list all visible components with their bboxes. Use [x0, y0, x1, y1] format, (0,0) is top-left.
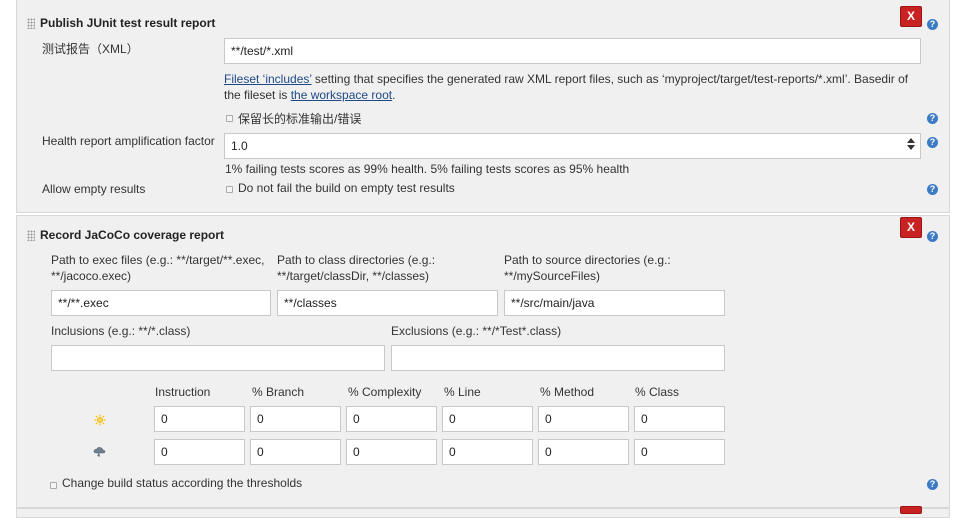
- threshold-input[interactable]: 0: [346, 439, 437, 465]
- delete-next-section-button[interactable]: [900, 506, 922, 514]
- health-factor-input[interactable]: 1.0: [224, 133, 921, 159]
- threshold-input[interactable]: 0: [154, 439, 245, 465]
- test-report-label: 测试报告（XML）: [42, 42, 139, 56]
- threshold-input[interactable]: 0: [346, 406, 437, 432]
- junit-section: [16, 0, 950, 213]
- jacoco-help-icon[interactable]: ?: [927, 231, 938, 242]
- change-build-status-checkbox[interactable]: [50, 482, 57, 489]
- health-factor-label: Health report amplification factor: [42, 134, 215, 148]
- next-section: [16, 508, 950, 518]
- threshold-header: % Method: [540, 385, 595, 399]
- test-report-desc-end: .: [392, 88, 396, 102]
- junit-section-title: Publish JUnit test result report: [40, 16, 216, 30]
- class-path-input[interactable]: **/classes: [277, 290, 498, 316]
- drag-handle-icon[interactable]: [27, 230, 35, 241]
- health-factor-description: 1% failing tests scores as 99% health. 5…: [225, 162, 630, 176]
- retain-output-help-icon[interactable]: ?: [927, 113, 938, 124]
- delete-jacoco-button[interactable]: X: [900, 217, 922, 238]
- workspace-root-link[interactable]: the workspace root: [291, 88, 392, 102]
- test-report-input[interactable]: **/test/*.xml: [224, 38, 921, 64]
- class-path-label: Path to class directories (e.g.: **/targ…: [277, 253, 436, 283]
- inclusions-label: Inclusions (e.g.: **/*.class): [51, 324, 191, 338]
- jacoco-section-title: Record JaCoCo coverage report: [40, 228, 225, 242]
- source-path-input[interactable]: **/src/main/java: [504, 290, 725, 316]
- threshold-header: % Complexity: [348, 385, 422, 399]
- threshold-header: % Branch: [252, 385, 305, 399]
- allow-empty-checkbox[interactable]: [226, 186, 233, 193]
- threshold-header: % Class: [635, 385, 680, 399]
- threshold-input[interactable]: 0: [538, 439, 629, 465]
- inclusions-input[interactable]: [51, 345, 385, 371]
- threshold-input[interactable]: 0: [442, 439, 533, 465]
- sunny-weather-icon: [94, 414, 106, 426]
- delete-junit-button[interactable]: X: [900, 6, 922, 27]
- threshold-input[interactable]: 0: [634, 406, 725, 432]
- drag-handle-icon[interactable]: [27, 18, 35, 29]
- threshold-input[interactable]: 0: [154, 406, 245, 432]
- threshold-header: % Line: [444, 385, 481, 399]
- exclusions-input[interactable]: [391, 345, 725, 371]
- threshold-header: Instruction: [155, 385, 211, 399]
- source-path-label: Path to source directories (e.g.: **/myS…: [504, 253, 671, 283]
- threshold-input[interactable]: 0: [250, 406, 341, 432]
- fileset-includes-link[interactable]: Fileset ‘includes’: [224, 72, 312, 86]
- health-factor-help-icon[interactable]: ?: [927, 137, 938, 148]
- health-factor-value: 1.0: [231, 139, 248, 153]
- retain-output-label: 保留长的标准输出/错误: [238, 112, 362, 126]
- stormy-weather-icon: [93, 447, 106, 457]
- junit-help-icon[interactable]: ?: [927, 19, 938, 30]
- change-build-status-label: Change build status according the thresh…: [62, 476, 303, 490]
- exec-path-label: Path to exec files (e.g.: **/target/**.e…: [51, 253, 265, 283]
- test-report-description: Fileset ‘includes’ setting that specifie…: [224, 71, 924, 103]
- threshold-input[interactable]: 0: [538, 406, 629, 432]
- change-build-status-help-icon[interactable]: ?: [927, 479, 938, 490]
- allow-empty-checkbox-label: Do not fail the build on empty test resu…: [238, 181, 455, 195]
- exclusions-label: Exclusions (e.g.: **/*Test*.class): [391, 324, 562, 338]
- spinner-arrows-icon[interactable]: [907, 138, 916, 154]
- threshold-input[interactable]: 0: [442, 406, 533, 432]
- threshold-input[interactable]: 0: [250, 439, 341, 465]
- allow-empty-label: Allow empty results: [42, 182, 146, 196]
- threshold-input[interactable]: 0: [634, 439, 725, 465]
- exec-path-input[interactable]: **/**.exec: [51, 290, 271, 316]
- retain-output-checkbox[interactable]: [226, 115, 233, 122]
- allow-empty-help-icon[interactable]: ?: [927, 184, 938, 195]
